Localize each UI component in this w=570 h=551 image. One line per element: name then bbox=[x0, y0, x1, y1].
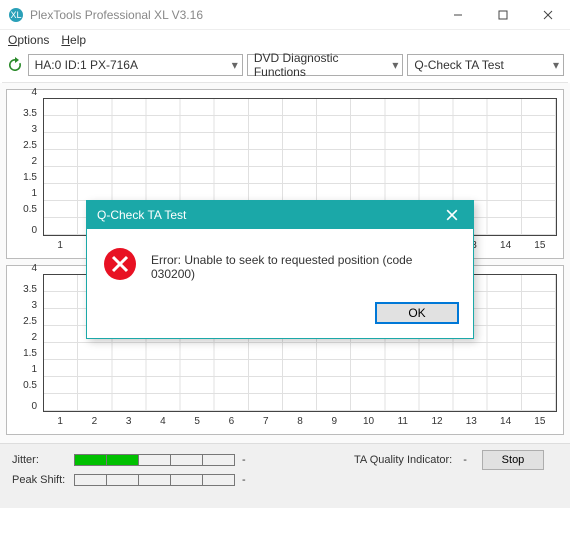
chevron-down-icon: ▾ bbox=[392, 58, 398, 72]
peak-value: - bbox=[242, 474, 246, 486]
jitter-value: - bbox=[242, 454, 246, 466]
minimize-button[interactable] bbox=[435, 0, 480, 30]
meter-segment bbox=[106, 474, 139, 486]
ta-indicator-label: TA Quality Indicator: - bbox=[354, 454, 467, 466]
y-tick: 2.5 bbox=[7, 317, 41, 327]
chevron-down-icon: ▾ bbox=[232, 58, 238, 72]
jitter-label: Jitter: bbox=[12, 454, 74, 466]
y-tick: 0 bbox=[7, 402, 41, 412]
meter-segment bbox=[170, 454, 203, 466]
x-tick: 10 bbox=[351, 416, 385, 432]
chevron-down-icon: ▾ bbox=[553, 58, 559, 72]
refresh-icon[interactable] bbox=[6, 56, 24, 74]
ok-button[interactable]: OK bbox=[375, 302, 459, 324]
close-button[interactable] bbox=[525, 0, 570, 30]
menu-options[interactable]: Options bbox=[8, 33, 49, 47]
y-tick: 3.5 bbox=[7, 109, 41, 119]
x-tick: 13 bbox=[454, 416, 488, 432]
meter-segment bbox=[74, 474, 107, 486]
y-tick: 0.5 bbox=[7, 205, 41, 215]
window-title: PlexTools Professional XL V3.16 bbox=[30, 8, 203, 22]
y-tick: 3.5 bbox=[7, 285, 41, 295]
y-tick: 2.5 bbox=[7, 141, 41, 151]
x-tick: 1 bbox=[43, 416, 77, 432]
function-select[interactable]: DVD Diagnostic Functions ▾ bbox=[247, 54, 404, 76]
menubar: Options Help bbox=[0, 30, 570, 50]
x-tick: 14 bbox=[488, 416, 522, 432]
x-tick: 14 bbox=[488, 240, 522, 256]
x-tick: 7 bbox=[249, 416, 283, 432]
peak-meter bbox=[74, 474, 234, 486]
x-tick: 5 bbox=[180, 416, 214, 432]
x-tick: 11 bbox=[386, 416, 420, 432]
toolbar: HA:0 ID:1 PX-716A ▾ DVD Diagnostic Funct… bbox=[0, 50, 570, 82]
y-tick: 3 bbox=[7, 301, 41, 311]
y-tick: 3 bbox=[7, 125, 41, 135]
test-select-value: Q-Check TA Test bbox=[414, 58, 503, 72]
y-tick: 2 bbox=[7, 333, 41, 343]
x-tick: 6 bbox=[214, 416, 248, 432]
meter-segment bbox=[170, 474, 203, 486]
dialog-message: Error: Unable to seek to requested posit… bbox=[151, 247, 457, 281]
y-tick: 4 bbox=[7, 264, 41, 274]
svg-text:XL: XL bbox=[10, 10, 21, 20]
meter-segment bbox=[202, 474, 235, 486]
x-tick: 15 bbox=[523, 240, 557, 256]
status-panel: Jitter: - TA Quality Indicator: - Stop P… bbox=[0, 443, 570, 508]
device-select-value: HA:0 ID:1 PX-716A bbox=[35, 58, 138, 72]
y-tick: 1 bbox=[7, 189, 41, 199]
y-tick: 1.5 bbox=[7, 173, 41, 183]
meter-segment bbox=[138, 454, 171, 466]
y-tick: 2 bbox=[7, 157, 41, 167]
app-icon: XL bbox=[8, 7, 24, 23]
meter-segment bbox=[74, 454, 107, 466]
error-dialog: Q-Check TA Test Error: Unable to seek to… bbox=[86, 200, 474, 339]
menu-help[interactable]: Help bbox=[61, 33, 86, 47]
dialog-close-button[interactable] bbox=[437, 204, 467, 226]
y-tick: 4 bbox=[7, 88, 41, 98]
jitter-meter bbox=[74, 454, 234, 466]
x-tick: 12 bbox=[420, 416, 454, 432]
stop-button[interactable]: Stop bbox=[482, 450, 544, 470]
error-icon bbox=[103, 247, 137, 284]
x-tick: 3 bbox=[112, 416, 146, 432]
y-tick: 1.5 bbox=[7, 349, 41, 359]
x-tick: 9 bbox=[317, 416, 351, 432]
x-tick: 2 bbox=[77, 416, 111, 432]
x-tick: 4 bbox=[146, 416, 180, 432]
y-tick: 1 bbox=[7, 365, 41, 375]
meter-segment bbox=[106, 454, 139, 466]
x-tick: 15 bbox=[523, 416, 557, 432]
function-select-value: DVD Diagnostic Functions bbox=[254, 51, 393, 79]
y-tick: 0 bbox=[7, 226, 41, 236]
meter-segment bbox=[202, 454, 235, 466]
test-select[interactable]: Q-Check TA Test ▾ bbox=[407, 54, 564, 76]
peak-label: Peak Shift: bbox=[12, 474, 74, 486]
titlebar: XL PlexTools Professional XL V3.16 bbox=[0, 0, 570, 30]
dialog-title: Q-Check TA Test bbox=[97, 208, 186, 222]
x-tick: 1 bbox=[43, 240, 77, 256]
dialog-titlebar[interactable]: Q-Check TA Test bbox=[87, 201, 473, 229]
ta-indicator-value: - bbox=[463, 454, 467, 466]
device-select[interactable]: HA:0 ID:1 PX-716A ▾ bbox=[28, 54, 243, 76]
meter-segment bbox=[138, 474, 171, 486]
y-tick: 0.5 bbox=[7, 381, 41, 391]
maximize-button[interactable] bbox=[480, 0, 525, 30]
x-tick: 8 bbox=[283, 416, 317, 432]
